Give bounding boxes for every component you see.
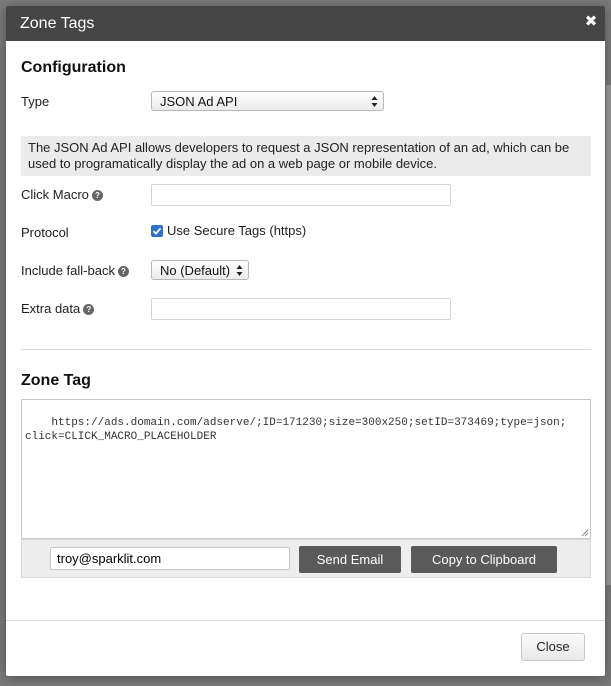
section-divider (21, 349, 591, 350)
close-icon[interactable]: ✖ (584, 14, 598, 29)
type-label: Type (21, 94, 50, 109)
extra-data-input[interactable] (151, 298, 451, 320)
fallback-select[interactable]: No (Default) (151, 260, 249, 280)
dialog-header: Zone Tags ✖ (6, 6, 605, 41)
help-icon[interactable]: ? (117, 266, 129, 277)
help-icon[interactable]: ? (83, 304, 95, 315)
select-arrows-icon (371, 96, 378, 107)
copy-to-clipboard-button[interactable]: Copy to Clipboard (411, 546, 557, 573)
dialog-title: Zone Tags (20, 15, 95, 32)
resize-grip-icon[interactable] (581, 529, 589, 537)
extra-data-label-text: Extra data (21, 301, 81, 316)
extra-data-label: Extra data? (21, 301, 95, 316)
zone-tag-code-textarea[interactable]: https://ads.domain.com/adserve/;ID=17123… (21, 399, 591, 539)
fallback-select-value: No (Default) (160, 263, 231, 278)
configuration-heading: Configuration (21, 59, 126, 76)
click-macro-input[interactable] (151, 184, 451, 206)
footer-divider (6, 620, 605, 621)
email-input[interactable] (50, 547, 290, 570)
type-description: The JSON Ad API allows developers to req… (21, 136, 591, 176)
click-macro-label: Click Macro? (21, 187, 103, 202)
email-bar: Send Email Copy to Clipboard (21, 539, 591, 578)
fallback-label: Include fall-back? (21, 263, 129, 278)
zone-tag-heading: Zone Tag (21, 372, 91, 389)
select-arrows-icon (236, 265, 243, 276)
secure-tags-label[interactable]: Use Secure Tags (https) (167, 223, 306, 238)
protocol-label: Protocol (21, 225, 69, 240)
close-button[interactable]: Close (521, 633, 585, 661)
type-select-value: JSON Ad API (160, 94, 238, 109)
click-macro-label-text: Click Macro (21, 187, 89, 202)
checkmark-icon (152, 227, 162, 235)
type-select[interactable]: JSON Ad API (151, 91, 384, 111)
send-email-button[interactable]: Send Email (299, 546, 401, 573)
zone-tag-code: https://ads.domain.com/adserve/;ID=17123… (25, 417, 567, 443)
fallback-label-text: Include fall-back (21, 263, 115, 278)
secure-tags-checkbox[interactable] (151, 225, 163, 237)
zone-tags-dialog: Zone Tags ✖ Configuration Type JSON Ad A… (6, 6, 605, 676)
help-icon[interactable]: ? (91, 190, 103, 201)
background-page (606, 85, 611, 585)
